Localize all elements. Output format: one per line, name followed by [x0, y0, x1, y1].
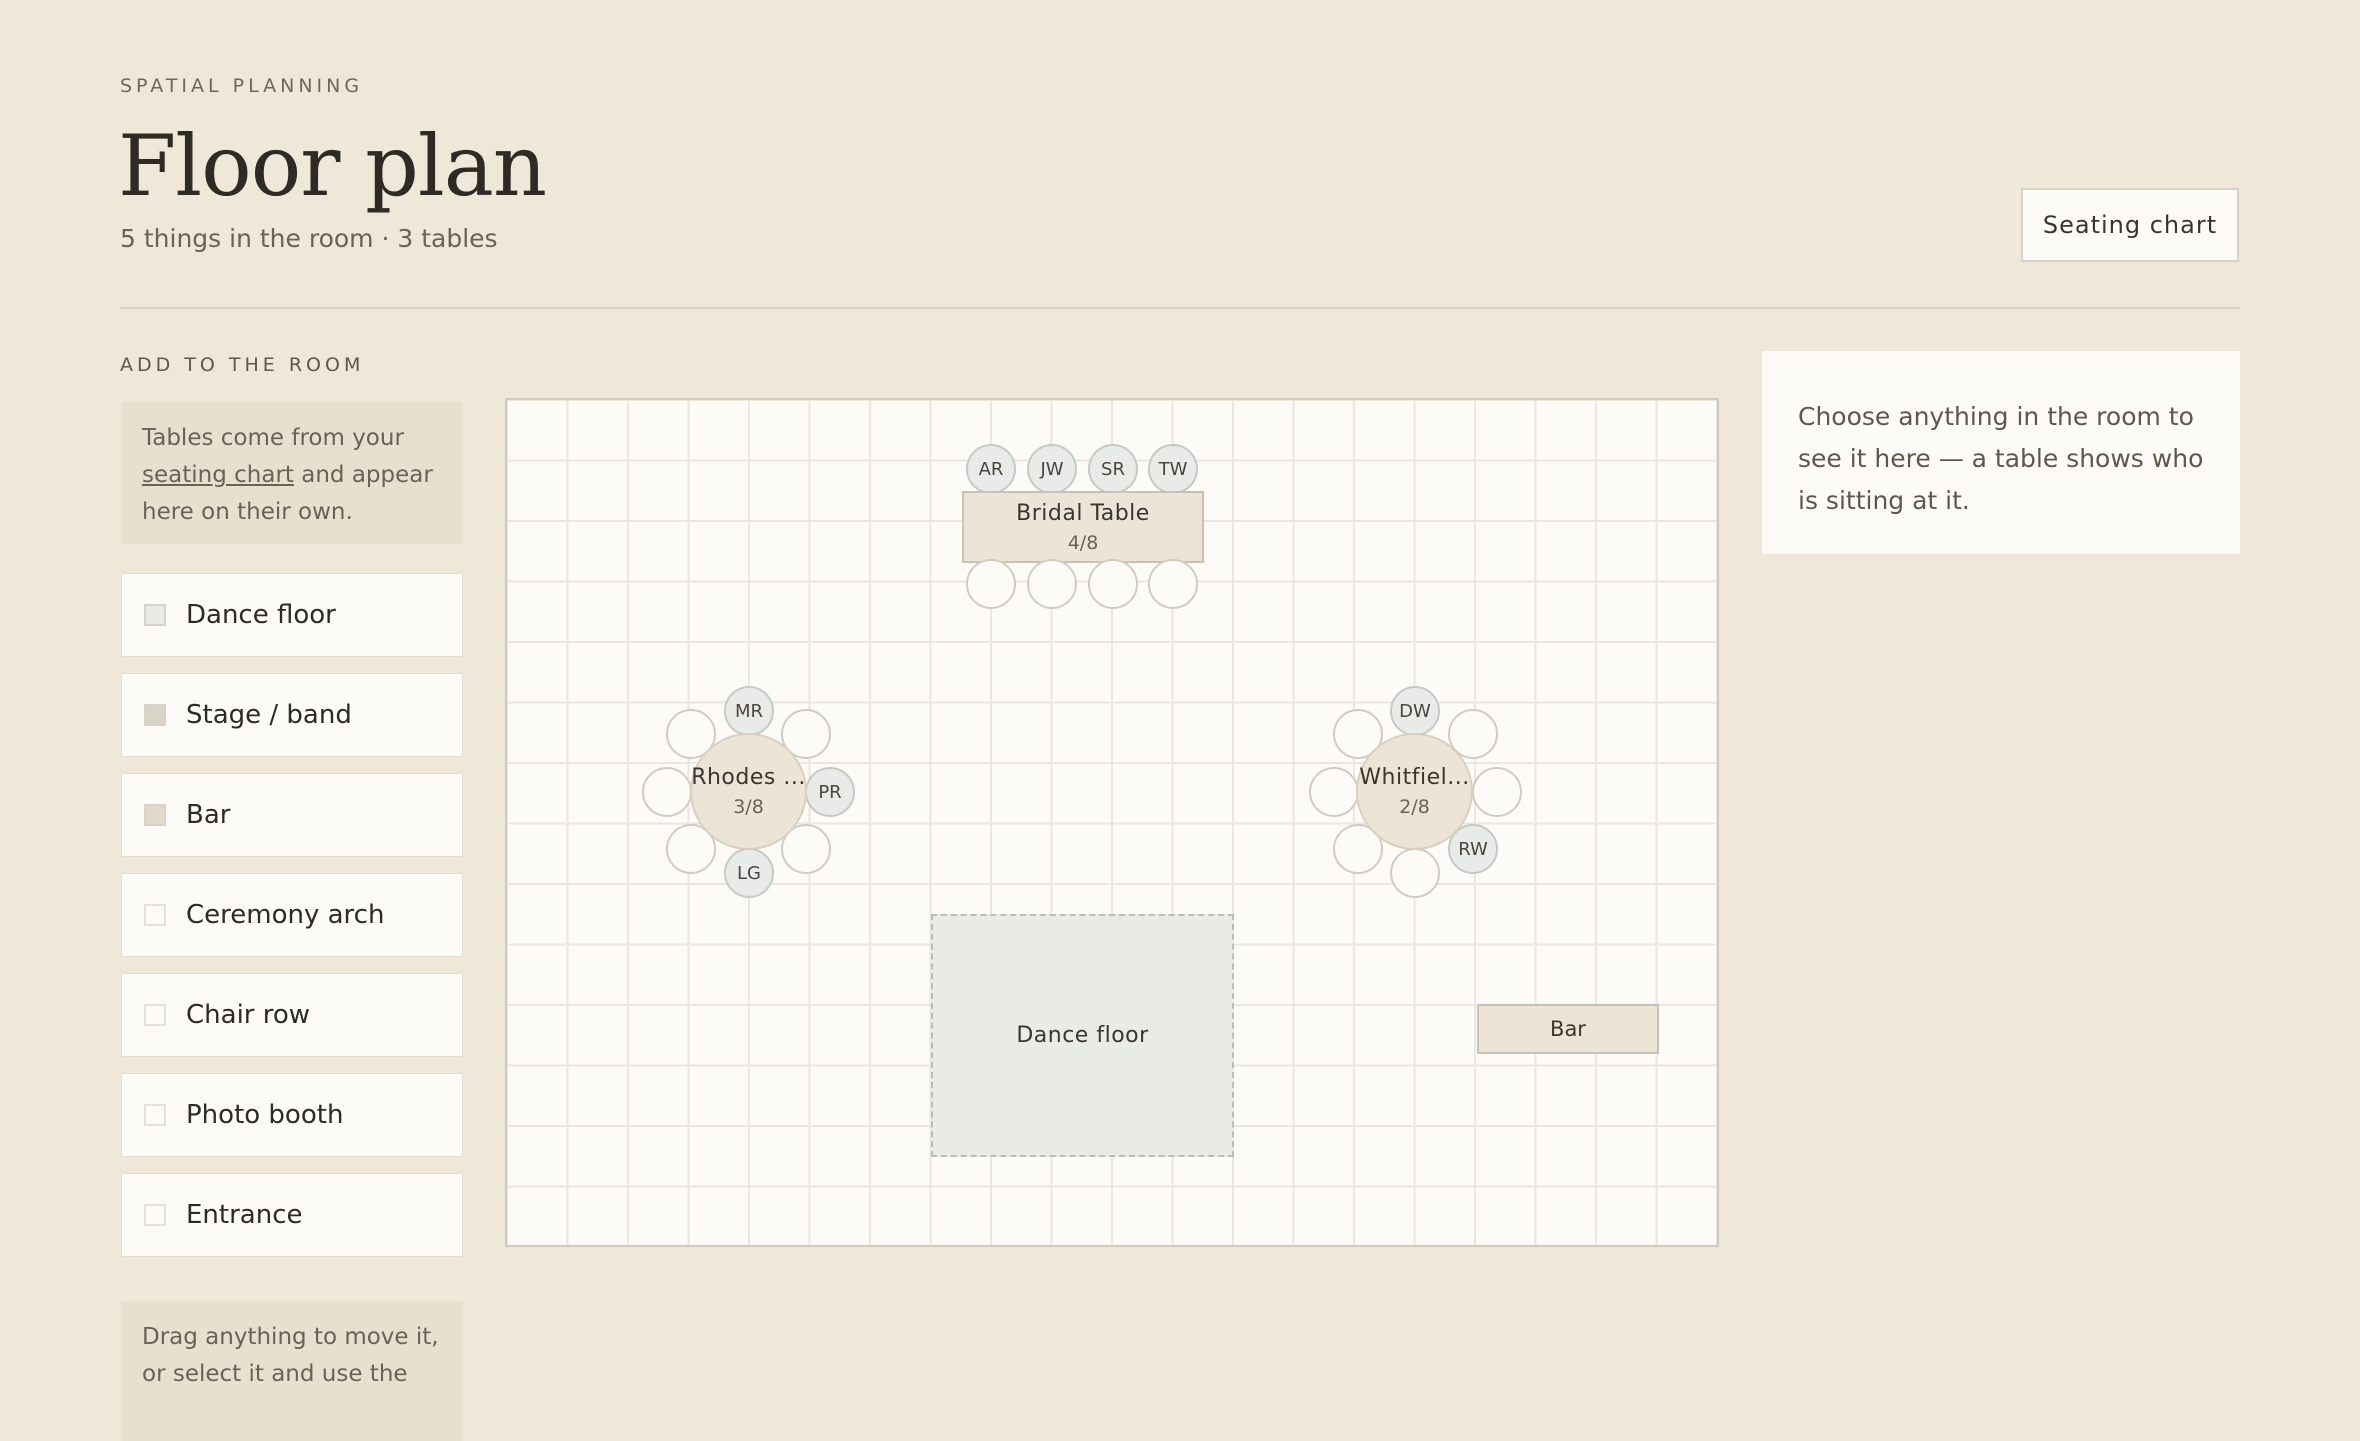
item-label: Chair row: [186, 1000, 311, 1030]
add-stage-band-item[interactable]: Stage / band: [121, 673, 463, 757]
guest-seat[interactable]: LG: [724, 848, 774, 898]
item-label: Dance floor: [186, 600, 336, 630]
add-to-room-label: ADD TO THE ROOM: [120, 354, 365, 376]
add-entrance-item[interactable]: Entrance: [121, 1173, 463, 1257]
dance-floor-swatch-icon: [144, 604, 166, 626]
item-label: Ceremony arch: [186, 900, 385, 930]
guest-seat[interactable]: AR: [966, 444, 1016, 494]
photo-booth-swatch-icon: [144, 1104, 166, 1126]
page-eyebrow: SPATIAL PLANNING: [120, 75, 364, 97]
note-text-before: Tables come from your: [142, 425, 404, 451]
whitfield-table[interactable]: Whitfiel... 2/8: [1356, 733, 1473, 850]
guest-seat[interactable]: JW: [1027, 444, 1077, 494]
add-photo-booth-item[interactable]: Photo booth: [121, 1073, 463, 1157]
guest-seat[interactable]: PR: [805, 767, 855, 817]
header-divider: [120, 307, 2240, 309]
empty-seat[interactable]: [1027, 559, 1077, 609]
empty-seat[interactable]: [642, 767, 692, 817]
table-seat-count: 4/8: [1067, 531, 1099, 554]
dance-floor-element[interactable]: Dance floor: [931, 914, 1234, 1157]
item-label: Stage / band: [186, 700, 352, 730]
item-label: Entrance: [186, 1200, 303, 1230]
page-subtitle: 5 things in the room · 3 tables: [120, 224, 498, 253]
empty-seat[interactable]: [1472, 767, 1522, 817]
item-label: Photo booth: [186, 1100, 344, 1130]
seating-chart-button[interactable]: Seating chart: [2021, 188, 2239, 262]
drag-help-note: Drag anything to move it, or select it a…: [121, 1301, 463, 1441]
add-bar-item[interactable]: Bar: [121, 773, 463, 857]
stage-band-swatch-icon: [144, 704, 166, 726]
guest-seat[interactable]: MR: [724, 686, 774, 736]
empty-seat[interactable]: [1390, 848, 1440, 898]
empty-seat[interactable]: [1088, 559, 1138, 609]
selection-info-panel: Choose anything in the room to see it he…: [1762, 351, 2240, 554]
add-dance-floor-item[interactable]: Dance floor: [121, 573, 463, 657]
item-label: Bar: [186, 800, 231, 830]
seating-chart-link[interactable]: seating chart: [142, 462, 294, 488]
guest-seat[interactable]: SR: [1088, 444, 1138, 494]
table-name: Bridal Table: [1016, 500, 1150, 526]
add-ceremony-arch-item[interactable]: Ceremony arch: [121, 873, 463, 957]
empty-seat[interactable]: [966, 559, 1016, 609]
guest-seat[interactable]: DW: [1390, 686, 1440, 736]
add-chair-row-item[interactable]: Chair row: [121, 973, 463, 1057]
chair-row-swatch-icon: [144, 1004, 166, 1026]
ceremony-arch-swatch-icon: [144, 904, 166, 926]
tables-info-note: Tables come from your seating chart and …: [121, 402, 463, 544]
rhodes-table[interactable]: Rhodes ... 3/8: [690, 733, 807, 850]
bridal-table[interactable]: Bridal Table 4/8: [962, 491, 1204, 563]
floor-plan-canvas[interactable]: AR JW SR TW Bridal Table 4/8 MR PR LG Rh…: [505, 398, 1719, 1247]
table-seat-count: 3/8: [733, 796, 764, 818]
guest-seat[interactable]: TW: [1148, 444, 1198, 494]
table-name: Rhodes ...: [691, 765, 806, 790]
entrance-swatch-icon: [144, 1204, 166, 1226]
table-name: Whitfiel...: [1359, 765, 1470, 790]
empty-seat[interactable]: [1148, 559, 1198, 609]
bar-element[interactable]: Bar: [1477, 1004, 1659, 1054]
bar-swatch-icon: [144, 804, 166, 826]
page-title: Floor plan: [118, 117, 547, 215]
empty-seat[interactable]: [1309, 767, 1359, 817]
table-seat-count: 2/8: [1399, 796, 1430, 818]
